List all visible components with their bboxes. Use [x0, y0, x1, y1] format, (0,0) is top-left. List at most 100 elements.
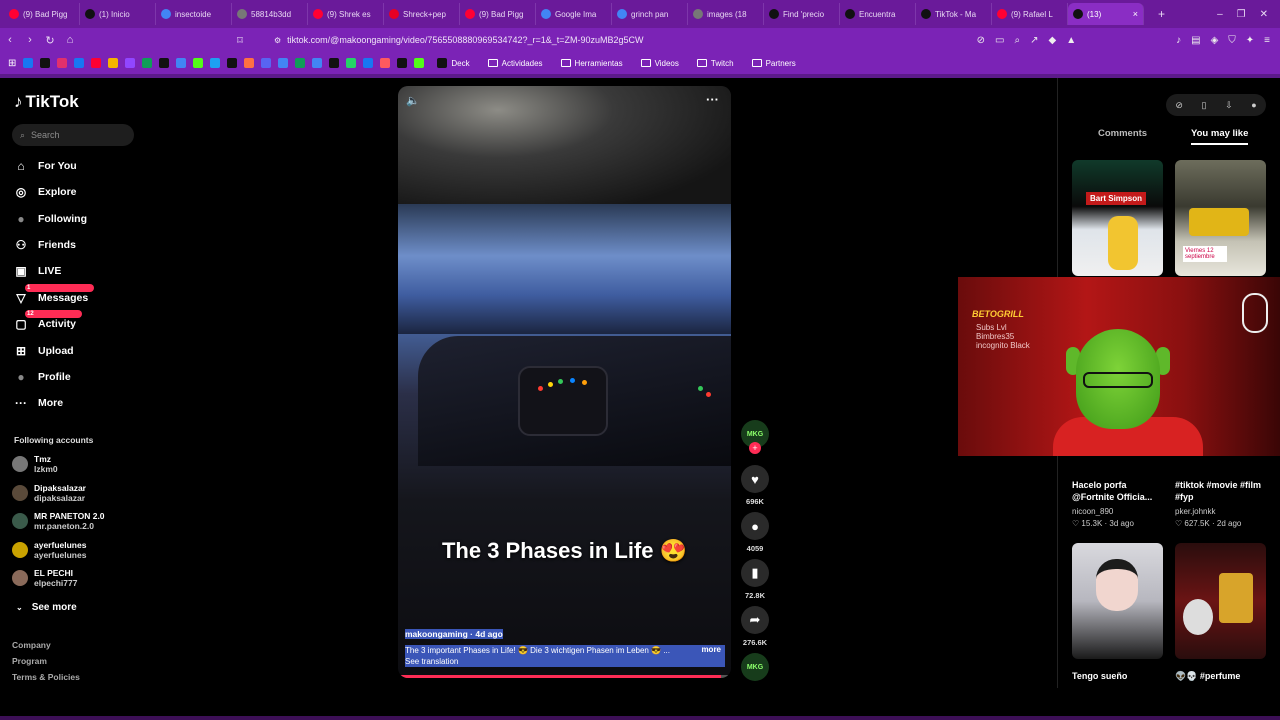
- screen-icon[interactable]: ▭: [995, 35, 1004, 46]
- new-tab-button[interactable]: +: [1158, 7, 1165, 21]
- share-icon[interactable]: ↗: [1030, 35, 1038, 46]
- more-options-icon[interactable]: ···: [706, 92, 719, 107]
- bookmark-favicon-icon[interactable]: [159, 58, 170, 68]
- minimize-icon[interactable]: –: [1217, 9, 1223, 20]
- browser-tab[interactable]: images (18: [688, 3, 764, 25]
- video-progress-bar[interactable]: [398, 675, 731, 678]
- download-icon[interactable]: ⇩: [1225, 100, 1233, 111]
- browser-tab[interactable]: (13) ×: [1068, 3, 1144, 25]
- bookmark-favicon-icon[interactable]: [414, 58, 425, 68]
- bookmark-favicon-icon[interactable]: [295, 58, 306, 68]
- see-more-button[interactable]: ⌄ See more: [16, 598, 77, 616]
- site-info-icon[interactable]: ⚙: [274, 36, 281, 45]
- video-player[interactable]: 🔈 ··· The 3 Phases in Life 😍 makoongamin…: [398, 86, 731, 678]
- alert-icon[interactable]: ▲: [1066, 35, 1076, 46]
- sidebar-item-more[interactable]: ··· More: [13, 394, 63, 412]
- bookmark-item[interactable]: Herramientas: [560, 58, 623, 68]
- sidebar-item-messages[interactable]: ▽ 1 Messages: [13, 284, 95, 307]
- bookmark-favicon-icon[interactable]: [261, 58, 272, 68]
- tiktok-logo[interactable]: ♪ TikTok: [14, 92, 79, 112]
- bookmark-favicon-icon[interactable]: [380, 58, 391, 68]
- following-account-item[interactable]: MR PANETON 2.0 mr.paneton.2.0: [12, 511, 105, 531]
- zoom-icon[interactable]: ⌕: [1015, 35, 1021, 46]
- reload-icon[interactable]: ↻: [40, 34, 60, 47]
- browser-tab[interactable]: insectoide: [156, 3, 232, 25]
- footer-terms-link[interactable]: Terms & Policies: [12, 672, 80, 682]
- bookmark-favicon-icon[interactable]: [312, 58, 323, 68]
- browser-tab[interactable]: Encuentra: [840, 3, 916, 25]
- bookmark-favicon-icon[interactable]: [346, 58, 357, 68]
- mute-tab-icon[interactable]: ⊘: [977, 35, 985, 46]
- recommended-video-thumb[interactable]: Bart Simpson: [1072, 160, 1163, 276]
- recommended-video-thumb[interactable]: [1072, 543, 1163, 659]
- footer-company-link[interactable]: Company: [12, 640, 51, 650]
- home-icon[interactable]: ⌂: [60, 34, 80, 46]
- browser-tab[interactable]: Find 'precio: [764, 3, 840, 25]
- following-account-item[interactable]: Dipaksalazar dipaksalazar: [12, 483, 86, 503]
- video-author-line[interactable]: makoongaming · 4d ago: [405, 629, 503, 639]
- bookmark-favicon-icon[interactable]: [244, 58, 255, 68]
- bookmark-favicon-icon[interactable]: [108, 58, 119, 68]
- sidebar-item-upload[interactable]: ⊞ Upload: [13, 342, 74, 360]
- bookmark-item[interactable]: Actividades: [487, 58, 543, 68]
- bookmark-favicon-icon[interactable]: [397, 58, 408, 68]
- browser-tab[interactable]: 58814b3dd: [232, 3, 308, 25]
- bookmark-icon[interactable]: ⌑: [230, 34, 250, 47]
- sound-disc-button[interactable]: MKG: [740, 653, 770, 681]
- share-button[interactable]: ➦ 276.6K: [740, 606, 770, 647]
- following-account-item[interactable]: ayerfuelunes ayerfuelunes: [12, 540, 86, 560]
- bookmark-favicon-icon[interactable]: [74, 58, 85, 68]
- browser-tab[interactable]: (1) Inicio: [80, 3, 156, 25]
- browser-tab[interactable]: TikTok - Ma: [916, 3, 992, 25]
- bookmark-item[interactable]: Partners: [751, 58, 796, 68]
- bookmark-favicon-icon[interactable]: [193, 58, 204, 68]
- bookmark-favicon-icon[interactable]: [57, 58, 68, 68]
- apps-grid-icon[interactable]: ⊞: [8, 58, 16, 69]
- follow-plus-icon[interactable]: +: [749, 442, 761, 454]
- card-username[interactable]: pker.johnkk: [1175, 507, 1267, 516]
- bookmark-favicon-icon[interactable]: [40, 58, 51, 68]
- see-translation-link[interactable]: See translation: [405, 657, 458, 666]
- restore-icon[interactable]: ❐: [1237, 9, 1246, 20]
- sidebar-item-live[interactable]: ▣ LIVE: [13, 262, 61, 280]
- wallet-icon[interactable]: ◈: [1211, 35, 1219, 46]
- card-title[interactable]: Tengo sueño: [1072, 670, 1164, 682]
- browser-tab[interactable]: (9) Rafael L: [992, 3, 1068, 25]
- vpn-icon[interactable]: ⛉: [1228, 35, 1236, 46]
- bookmark-item[interactable]: Twitch: [696, 58, 734, 68]
- browser-tab[interactable]: Shreck+pep: [384, 3, 460, 25]
- following-account-item[interactable]: EL PECHI elpechi777: [12, 568, 77, 588]
- sidebar-item-explore[interactable]: ◎ Explore: [13, 183, 77, 201]
- save-button[interactable]: ▮ 72.8K: [740, 559, 770, 600]
- browser-tab[interactable]: (9) Bad Pigg: [460, 3, 536, 25]
- tab-comments[interactable]: Comments: [1098, 128, 1147, 139]
- browser-tab[interactable]: (9) Bad Pigg: [4, 3, 80, 25]
- sidebar-item-activity[interactable]: ▢ 12 Activity: [13, 310, 82, 333]
- following-account-item[interactable]: Tmz lzkm0: [12, 454, 58, 474]
- bookmark-favicon-icon[interactable]: [227, 58, 238, 68]
- brave-shield-icon[interactable]: ◆: [1049, 35, 1057, 46]
- description-more-link[interactable]: more: [701, 645, 721, 654]
- sidebar-item-following[interactable]: ● Following: [13, 210, 87, 228]
- card-title[interactable]: #tiktok #movie #film #fyp: [1175, 479, 1267, 503]
- bookmark-favicon-icon[interactable]: [278, 58, 289, 68]
- browser-tab[interactable]: grinch pan: [612, 3, 688, 25]
- url-field[interactable]: ⚙ tiktok.com/@makoongaming/video/7565508…: [268, 31, 858, 49]
- close-window-icon[interactable]: ✕: [1260, 9, 1268, 20]
- tab-you-may-like[interactable]: You may like: [1191, 128, 1249, 145]
- back-icon[interactable]: ‹: [0, 34, 20, 46]
- volume-icon[interactable]: 🔈: [406, 94, 420, 107]
- sidebar-item-for-you[interactable]: ⌂ For You: [13, 157, 76, 175]
- bookmark-favicon-icon[interactable]: [142, 58, 153, 68]
- user-avatar-icon[interactable]: ●: [1251, 100, 1256, 110]
- sidebar-item-profile[interactable]: ● Profile: [13, 368, 70, 386]
- close-tab-icon[interactable]: ×: [1133, 9, 1138, 19]
- card-username[interactable]: nicoon_890: [1072, 507, 1164, 516]
- bookmark-favicon-icon[interactable]: [125, 58, 136, 68]
- extension-icon[interactable]: ♪: [1176, 35, 1181, 46]
- search-input[interactable]: ⌕ Search: [12, 124, 134, 146]
- bookmark-favicon-icon[interactable]: [23, 58, 34, 68]
- footer-program-link[interactable]: Program: [12, 656, 47, 666]
- card-title[interactable]: 👽💀 #perfume: [1175, 670, 1267, 682]
- bookmark-favicon-icon[interactable]: [210, 58, 221, 68]
